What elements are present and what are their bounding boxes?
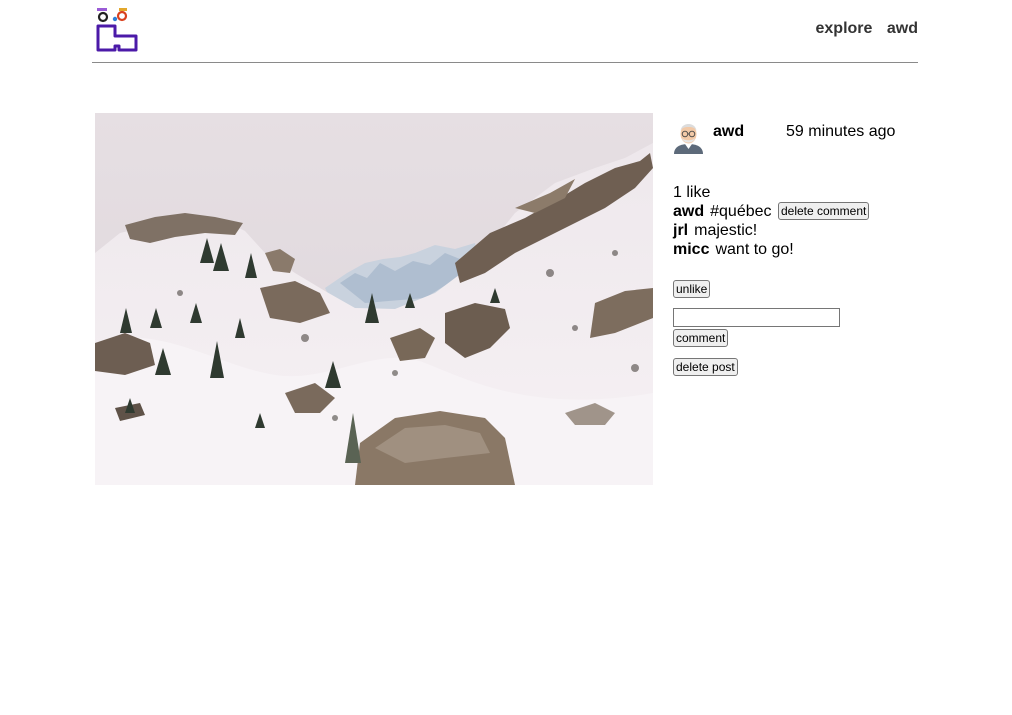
top-nav: explore awd (806, 20, 919, 38)
delete-comment-button[interactable]: delete comment (777, 202, 870, 220)
post-details: awd 59 minutes ago 1 like awd #québec del… (673, 113, 933, 376)
delete-post-button[interactable]: delete post (673, 358, 738, 376)
comment-author-link[interactable]: jrl (673, 222, 688, 239)
comment-input[interactable] (673, 308, 840, 327)
comment-item: awd #québec delete comment (673, 202, 933, 221)
like-form: unlike (673, 280, 933, 298)
post-header: awd 59 minutes ago (673, 113, 933, 157)
comment-item: micc want to go! (673, 240, 933, 259)
comment-text: majestic! (694, 222, 758, 239)
comment-submit-button[interactable]: comment (673, 329, 729, 347)
like-count: 1 like (673, 184, 711, 201)
owner-avatar[interactable] (673, 121, 704, 154)
comment-text: #québec (710, 203, 772, 220)
comment-form: comment (673, 308, 933, 347)
comment-text: want to go! (715, 241, 794, 258)
nav-user-link[interactable]: awd (887, 20, 918, 37)
comment-item: jrl majestic! (673, 221, 933, 240)
post-image (95, 113, 653, 485)
owner-username-link[interactable]: awd (713, 123, 744, 141)
site-header: explore awd (92, 0, 918, 63)
nav-explore-link[interactable]: explore (816, 20, 873, 37)
unlike-button[interactable]: unlike (673, 280, 711, 298)
logo-icon[interactable] (95, 6, 139, 52)
post-timestamp-link[interactable]: 59 minutes ago (786, 123, 895, 141)
comment-author-link[interactable]: awd (673, 203, 704, 220)
comment-author-link[interactable]: micc (673, 241, 709, 258)
delete-post-form: delete post (673, 358, 933, 376)
